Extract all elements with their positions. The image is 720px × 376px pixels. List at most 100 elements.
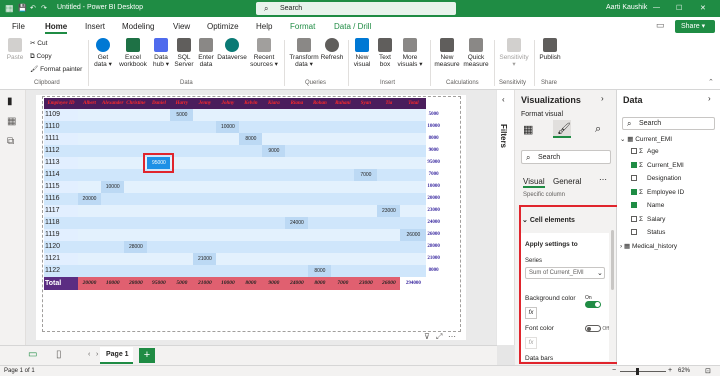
field-item[interactable]: Name	[631, 202, 664, 209]
tab-scroll-right-icon[interactable]: ›	[96, 351, 98, 358]
text-box-icon	[378, 38, 392, 52]
collapse-right-icon[interactable]: ›	[601, 94, 604, 103]
new-visual-button[interactable]: New visual	[351, 38, 373, 68]
format-visual-tab[interactable]: 🖌	[553, 120, 571, 138]
recent-label: Recent sources	[250, 54, 275, 68]
title-search-box[interactable]: ⌕ Search	[256, 2, 456, 15]
cut-button[interactable]: ✂ Cut	[30, 40, 47, 47]
collapse-left-icon[interactable]: ‹	[502, 95, 505, 104]
user-name[interactable]: Aarti Kaushik	[606, 4, 647, 11]
menu-format[interactable]: Format	[290, 22, 315, 31]
data-hub-button[interactable]: Data hub ▾	[150, 38, 172, 68]
filter-icon[interactable]: ⊽	[424, 332, 430, 341]
sensitivity-button[interactable]: Sensitivity ▾	[497, 38, 531, 68]
menu-insert[interactable]: Insert	[85, 22, 105, 31]
dataverse-button[interactable]: Dataverse	[217, 38, 247, 61]
format-painter-button[interactable]: 🖌 Format painter	[30, 66, 82, 73]
data-search-input[interactable]: ⌕ Search	[622, 117, 715, 130]
get-data-button[interactable]: Get data ▾	[92, 38, 114, 68]
more-visuals-button[interactable]: More visuals ▾	[397, 38, 423, 68]
checkbox-checked-icon[interactable]	[631, 161, 637, 168]
enter-data-button[interactable]: Enter data	[196, 38, 216, 68]
field-name: Age	[647, 148, 659, 155]
quick-measure-button[interactable]: Quick measure	[462, 38, 490, 68]
desktop-layout-icon[interactable]: ▭	[28, 349, 37, 360]
checkbox-checked-icon[interactable]	[631, 188, 637, 195]
copy-button[interactable]: ⧉ Copy	[30, 53, 52, 60]
zoom-in-icon[interactable]: +	[668, 367, 672, 374]
more-options-icon[interactable]: ⋯	[599, 175, 607, 184]
zoom-slider-thumb[interactable]	[636, 368, 639, 375]
menu-data-drill[interactable]: Data / Drill	[334, 22, 371, 31]
redo-icon[interactable]: ↷	[41, 4, 47, 12]
format-search-placeholder: Search	[538, 154, 561, 161]
sql-server-button[interactable]: SQL Server	[173, 38, 195, 68]
report-view-icon[interactable]: ▮	[7, 96, 13, 107]
save-icon[interactable]: 💾	[18, 4, 27, 12]
checkbox-icon[interactable]	[631, 175, 637, 182]
zoom-slider[interactable]	[620, 371, 666, 372]
specific-column-section[interactable]: Specific column	[523, 192, 565, 198]
checkbox-checked-icon[interactable]	[631, 202, 637, 209]
analytics-icon[interactable]: ⌕	[595, 123, 601, 136]
copy-label: Copy	[36, 53, 52, 60]
zoom-level: 62%	[678, 368, 691, 374]
collapse-ribbon-icon[interactable]: ⌃	[708, 78, 714, 86]
tab-page-1[interactable]: Page 1	[100, 347, 133, 364]
zoom-out-icon[interactable]: −	[612, 367, 616, 374]
checkbox-icon[interactable]	[631, 148, 637, 155]
tab-general[interactable]: General	[553, 177, 581, 186]
excel-workbook-button[interactable]: Excel workbook	[118, 38, 148, 68]
transform-data-button[interactable]: Transform data ▾	[288, 38, 320, 68]
highlight-box	[519, 205, 631, 364]
format-search-input[interactable]: ⌕ Search	[521, 150, 611, 164]
field-item[interactable]: Σ Employee ID	[631, 189, 684, 196]
maximize-icon[interactable]: ☐	[676, 4, 682, 12]
menu-view[interactable]: View	[173, 22, 190, 31]
menu-optimize[interactable]: Optimize	[207, 22, 239, 31]
more-options-icon[interactable]: ⋯	[448, 332, 456, 341]
table-current-emi[interactable]: ⌄ ▦ Current_EMI	[620, 135, 672, 143]
add-page-button[interactable]: +	[139, 348, 155, 363]
new-visual-label: New visual	[353, 54, 371, 68]
filters-pane-collapsed[interactable]: ‹ Filters	[497, 90, 515, 345]
checkbox-icon[interactable]	[631, 229, 637, 236]
mobile-layout-icon[interactable]: ▯	[56, 349, 62, 360]
table-icon	[199, 38, 213, 52]
publish-button[interactable]: Publish	[537, 38, 563, 61]
field-item[interactable]: Σ Current_EMI	[631, 162, 684, 169]
table-medical-history[interactable]: › ▦ Medical_history	[620, 242, 677, 250]
menu-help[interactable]: Help	[256, 22, 272, 31]
checkbox-icon[interactable]	[631, 215, 637, 222]
fit-to-page-icon[interactable]: ⊡	[705, 367, 711, 375]
menu-file[interactable]: File	[12, 22, 25, 31]
paste-icon	[8, 38, 22, 52]
recent-sources-button[interactable]: Recent sources ▾	[249, 38, 279, 68]
menu-home[interactable]: Home	[45, 22, 68, 34]
close-icon[interactable]: ✕	[700, 4, 706, 12]
field-item[interactable]: Σ Salary	[631, 216, 665, 223]
model-view-icon[interactable]: ⧉	[7, 136, 14, 147]
paste-button[interactable]: Paste	[5, 38, 25, 61]
field-item[interactable]: Σ Age	[631, 148, 659, 155]
tab-scroll-left-icon[interactable]: ‹	[88, 351, 90, 358]
comments-icon[interactable]: ▭	[656, 20, 665, 31]
collapse-right-icon[interactable]: ›	[708, 94, 711, 103]
tab-visual[interactable]: Visual	[523, 177, 545, 188]
new-measure-button[interactable]: New measure	[433, 38, 461, 68]
refresh-button[interactable]: Refresh	[320, 38, 344, 61]
undo-icon[interactable]: ↶	[30, 4, 36, 12]
paste-label: Paste	[6, 54, 24, 61]
field-item[interactable]: Status	[631, 229, 665, 236]
pane-scrollbar[interactable]	[611, 230, 614, 290]
menu-modeling[interactable]: Modeling	[122, 22, 154, 31]
minimize-icon[interactable]: —	[653, 4, 660, 11]
sensitivity-label: Sensitivity	[499, 54, 529, 61]
build-visual-icon[interactable]: ▦	[523, 123, 533, 136]
text-box-button[interactable]: Text box	[375, 38, 395, 68]
share-button[interactable]: Share ▾	[675, 20, 715, 33]
focus-mode-icon[interactable]: ⤢	[436, 332, 442, 342]
field-item[interactable]: Designation	[631, 175, 681, 182]
title-search-text: Search	[280, 5, 303, 12]
table-view-icon[interactable]: ▦	[7, 116, 16, 127]
